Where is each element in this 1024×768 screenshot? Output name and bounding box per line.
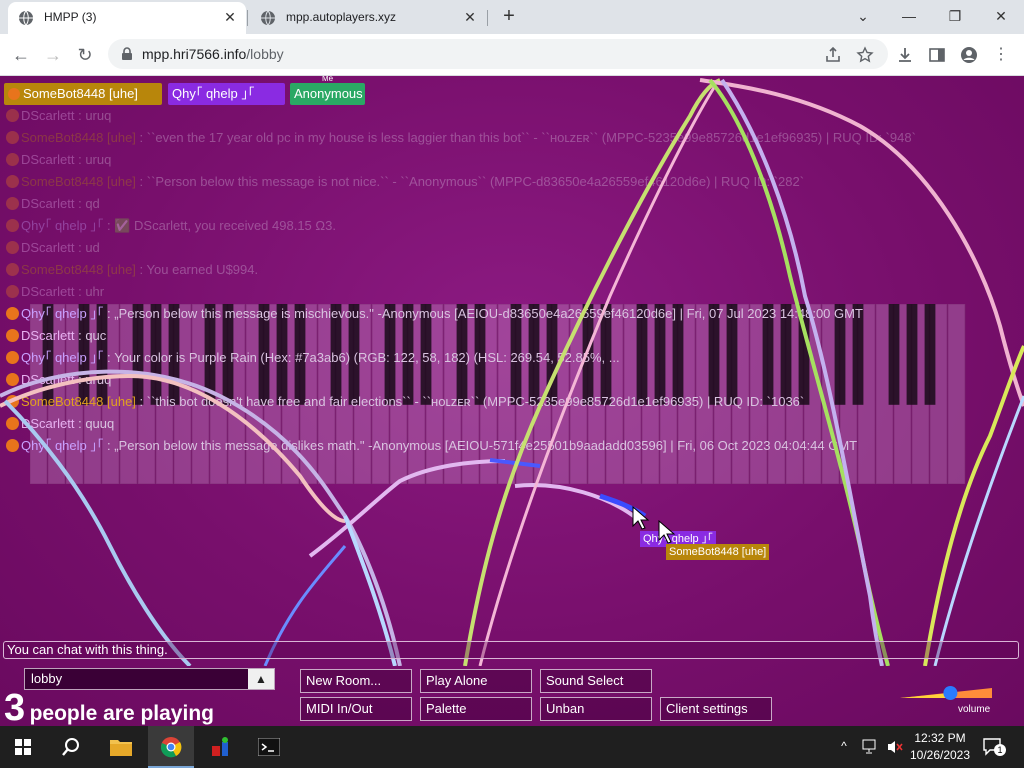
- close-tab-icon[interactable]: ✕: [462, 9, 478, 25]
- user-chip[interactable]: Qhy｢ qhelp ｣｢: [168, 83, 285, 105]
- notification-badge: 1: [994, 744, 1006, 756]
- volume-muted-icon[interactable]: [886, 739, 904, 755]
- tab-divider: [247, 10, 248, 26]
- user-name: Anonymous: [294, 86, 363, 101]
- url-path: /lobby: [246, 46, 284, 62]
- close-tab-icon[interactable]: ✕: [222, 9, 238, 25]
- player-count: 3 people are playing: [4, 687, 214, 726]
- close-window-button[interactable]: ✕: [990, 6, 1012, 26]
- me-label: Me: [321, 76, 334, 83]
- tab-search-button[interactable]: ⌄: [852, 6, 874, 26]
- windows-logo-icon: [15, 739, 31, 755]
- tab-bar: HMPP (3) ✕ mpp.autoplayers.xyz ✕ + ⌄ — ❐…: [0, 0, 1024, 34]
- globe-icon: [19, 10, 33, 26]
- side-panel-icon[interactable]: [928, 46, 946, 64]
- address-bar[interactable]: mpp.hri7566.info/lobby: [108, 39, 888, 69]
- folder-icon: [110, 740, 132, 756]
- mouse-cursor-icon: [632, 506, 650, 530]
- bottom-controls: lobby ▲ 3 people are playing New Room...…: [0, 662, 1024, 726]
- trail-line: [933, 395, 1024, 666]
- chrome-icon: [161, 737, 182, 758]
- volume-knob[interactable]: [943, 686, 958, 700]
- trail-line: [3, 399, 192, 666]
- profile-icon[interactable]: [960, 46, 978, 64]
- back-icon[interactable]: ←: [10, 44, 32, 66]
- player-count-number: 3: [4, 687, 26, 726]
- clock-date: 10/26/2023: [909, 748, 971, 762]
- trail-line: [708, 78, 890, 666]
- tab-title: HMPP (3): [44, 10, 97, 24]
- unban-button[interactable]: Unban: [540, 697, 652, 721]
- volume-track[interactable]: [898, 684, 994, 704]
- volume-slider[interactable]: volume: [898, 684, 994, 718]
- url-host: mpp.hri7566.info: [142, 46, 247, 62]
- forward-icon[interactable]: →: [42, 44, 64, 66]
- user-chip-me[interactable]: Me Anonymous: [290, 76, 365, 105]
- player-count-text: people are playing: [29, 702, 214, 725]
- user-chip[interactable]: SomeBot8448 [uhe]: [4, 83, 162, 105]
- network-icon[interactable]: [862, 739, 880, 755]
- chat-input-placeholder: You can chat with this thing.: [7, 642, 168, 657]
- trail-line: [923, 345, 1024, 666]
- cursor-tag: SomeBot8448 [uhe]: [666, 544, 770, 560]
- room-name: lobby: [31, 671, 63, 686]
- globe-icon: [261, 10, 275, 26]
- tab-hmpp[interactable]: HMPP (3) ✕: [8, 2, 246, 34]
- tab-autoplayers[interactable]: mpp.autoplayers.xyz ✕: [250, 2, 486, 34]
- notification-button[interactable]: 1: [982, 736, 1006, 756]
- volume-label: volume: [958, 704, 991, 715]
- taskbar-chrome[interactable]: [148, 726, 194, 768]
- browser-toolbar: ← → ↻ mpp.hri7566.info/lobby ⋮: [0, 34, 1024, 76]
- clock-time: 12:32 PM: [914, 731, 966, 745]
- midi-button[interactable]: MIDI In/Out: [300, 697, 412, 721]
- tab-title: mpp.autoplayers.xyz: [286, 10, 397, 24]
- client-settings-button[interactable]: Client settings: [660, 697, 772, 721]
- taskbar-clock[interactable]: 12:32 PM 10/26/2023: [904, 730, 976, 764]
- cursor-user-name: SomeBot8448 [uhe]: [669, 546, 767, 558]
- user-name: Qhy｢ qhelp ｣｢: [172, 86, 255, 101]
- download-icon[interactable]: [896, 46, 914, 64]
- tab-divider: [487, 10, 488, 26]
- chevron-up-icon[interactable]: ^: [836, 738, 852, 754]
- chat-input[interactable]: You can chat with this thing.: [3, 641, 1019, 659]
- share-icon[interactable]: [824, 46, 842, 64]
- lock-icon: [122, 47, 132, 60]
- more-menu-icon[interactable]: ⋮: [990, 44, 1012, 66]
- terminal-icon: [258, 738, 280, 756]
- url-text: mpp.hri7566.info/lobby: [142, 46, 284, 62]
- search-icon: [62, 738, 79, 756]
- trail-line: [720, 78, 884, 666]
- room-selector[interactable]: lobby ▲: [24, 668, 275, 690]
- start-button[interactable]: [0, 726, 46, 768]
- new-tab-button[interactable]: +: [498, 6, 520, 28]
- trail-line: [478, 85, 717, 666]
- sound-select-button[interactable]: Sound Select: [540, 669, 652, 693]
- taskbar-file-explorer[interactable]: [98, 726, 144, 768]
- taskbar-app[interactable]: [198, 726, 244, 768]
- star-icon[interactable]: [856, 46, 874, 64]
- reload-icon[interactable]: ↻: [74, 44, 96, 66]
- taskbar-terminal[interactable]: [246, 726, 292, 768]
- palette-button[interactable]: Palette: [420, 697, 532, 721]
- user-name: SomeBot8448 [uhe]: [23, 86, 138, 101]
- mpp-page: DScarlett : uruq SomeBot8448 [uhe] : ``ev…: [0, 76, 1024, 726]
- play-alone-button[interactable]: Play Alone: [420, 669, 532, 693]
- restore-button[interactable]: ❐: [944, 6, 966, 26]
- search-button[interactable]: [48, 726, 94, 768]
- minimize-button[interactable]: —: [898, 6, 920, 26]
- trail-line: [463, 78, 721, 666]
- windows-taskbar: ^ 12:32 PM 10/26/2023 1: [0, 726, 1024, 768]
- mouse-cursor-icon: [658, 520, 676, 544]
- new-room-button[interactable]: New Room...: [300, 669, 412, 693]
- drawing-trails: [0, 78, 1024, 666]
- app-icon: [212, 737, 228, 756]
- chevron-up-icon[interactable]: ▲: [248, 669, 274, 689]
